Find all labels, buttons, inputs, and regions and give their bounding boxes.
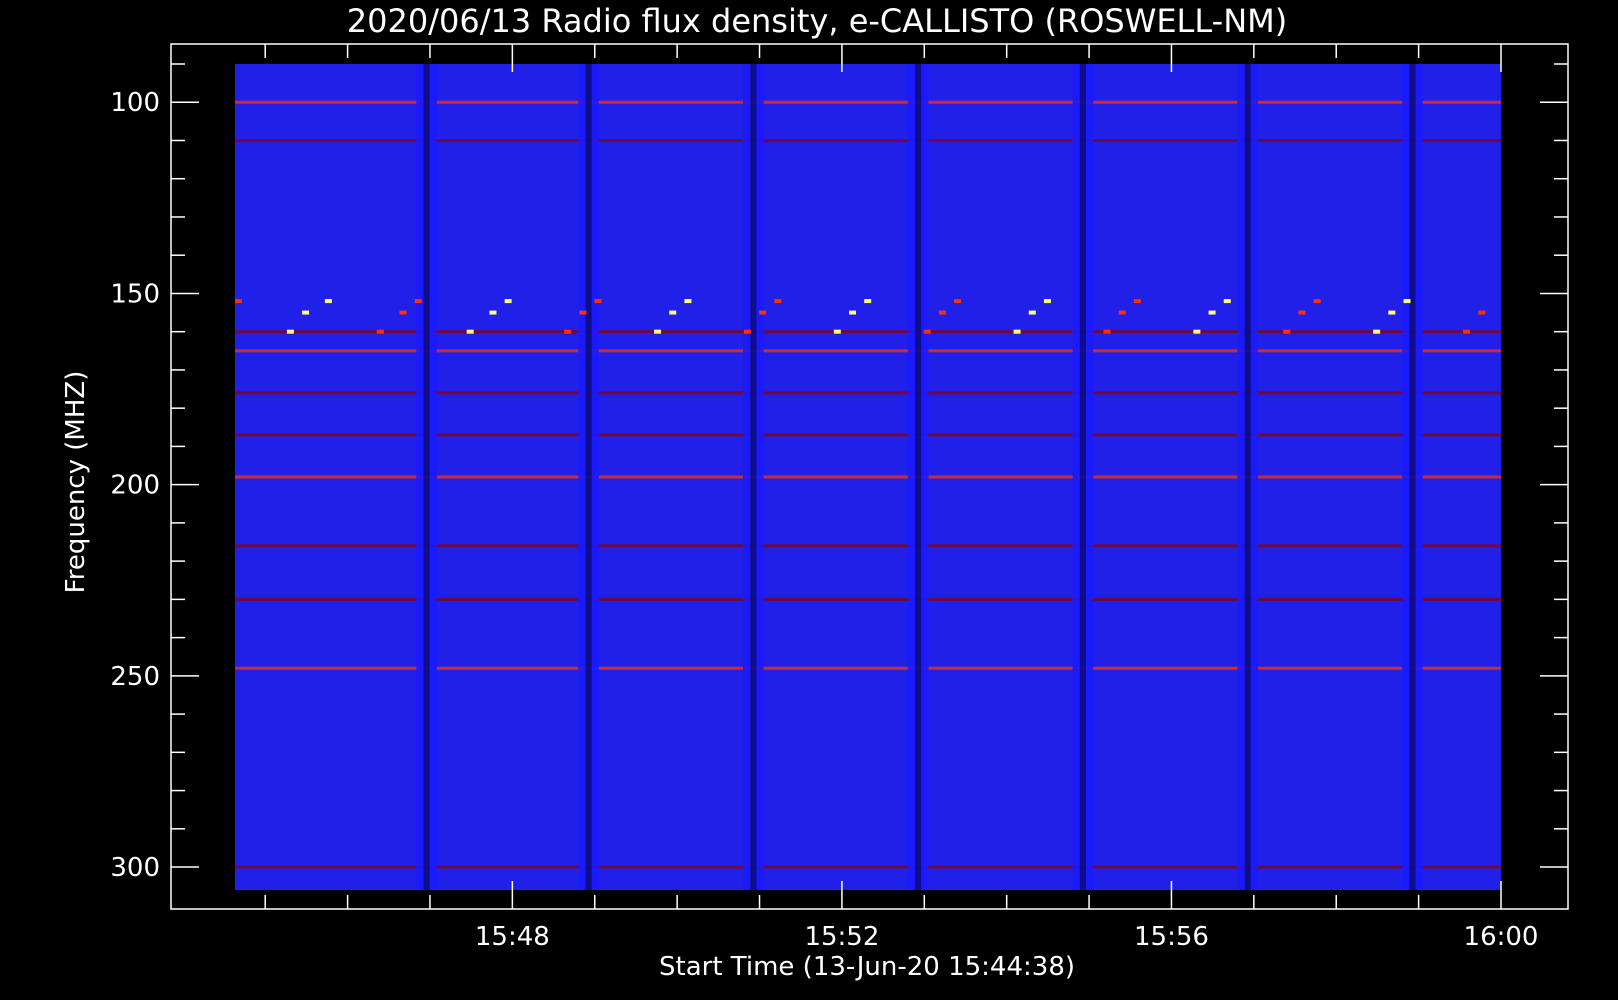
y-tick-label: 200	[110, 471, 160, 501]
bright-spot	[1283, 329, 1291, 334]
bright-spot	[1313, 299, 1321, 304]
bright-spot	[684, 299, 692, 304]
bright-spot	[833, 329, 841, 334]
bright-spot	[1478, 310, 1486, 315]
bright-spot	[954, 299, 962, 304]
bright-spot	[1193, 329, 1201, 334]
calibration-gap-core	[1244, 64, 1251, 890]
bright-spot	[1013, 329, 1021, 334]
bright-spot	[743, 329, 751, 334]
bright-spot	[923, 329, 931, 334]
calibration-gap-core	[1409, 64, 1416, 890]
y-tick-label: 150	[110, 279, 160, 309]
bright-spot	[324, 299, 332, 304]
bright-spot	[669, 310, 677, 315]
bright-spot	[594, 299, 602, 304]
bright-spot	[399, 310, 407, 315]
bright-spot	[1028, 310, 1036, 315]
bright-spot	[579, 310, 587, 315]
calibration-gap-core	[915, 64, 922, 890]
y-axis-label: Frequency (MHZ)	[61, 371, 91, 594]
bright-spot	[1403, 299, 1411, 304]
bright-spot	[376, 329, 384, 334]
y-tick-label: 250	[110, 662, 160, 692]
x-axis-label: Start Time (13-Jun-20 15:44:38)	[659, 952, 1075, 982]
bright-spot	[1373, 329, 1381, 334]
bright-spot	[1208, 310, 1216, 315]
bright-spot	[1388, 310, 1396, 315]
bright-spot	[849, 310, 857, 315]
bright-spot	[235, 299, 242, 304]
bright-spot	[286, 329, 294, 334]
bright-spot	[1298, 310, 1306, 315]
spectrogram-image	[235, 64, 1501, 890]
x-tick-label: 15:52	[804, 922, 879, 952]
bright-spot	[938, 310, 946, 315]
bright-spot	[489, 310, 497, 315]
bright-spot	[504, 299, 512, 304]
bright-spot	[1103, 329, 1111, 334]
spectrogram-chart: 2020/06/13 Radio flux density, e-CALLIST…	[61, 2, 1569, 982]
chart-title: 2020/06/13 Radio flux density, e-CALLIST…	[347, 2, 1287, 40]
x-tick-label: 15:56	[1134, 922, 1209, 952]
bright-spot	[564, 329, 572, 334]
bright-spot	[759, 310, 767, 315]
calibration-gap-core	[585, 64, 592, 890]
bright-spot	[1133, 299, 1141, 304]
bright-spot	[1223, 299, 1231, 304]
calibration-gap-core	[1079, 64, 1086, 890]
bright-spot	[302, 310, 310, 315]
y-tick-label: 300	[110, 853, 160, 883]
bright-spot	[414, 299, 422, 304]
x-tick-label: 15:48	[475, 922, 550, 952]
calibration-gap-core	[423, 64, 430, 890]
bright-spot	[1043, 299, 1051, 304]
bright-spot	[466, 329, 474, 334]
bright-spot	[1463, 329, 1471, 334]
bright-spot	[774, 299, 782, 304]
bright-spot	[654, 329, 662, 334]
bright-spot	[864, 299, 872, 304]
y-tick-label: 100	[110, 88, 160, 118]
calibration-gap-core	[750, 64, 757, 890]
bright-spot	[1118, 310, 1126, 315]
x-tick-label: 16:00	[1464, 922, 1539, 952]
